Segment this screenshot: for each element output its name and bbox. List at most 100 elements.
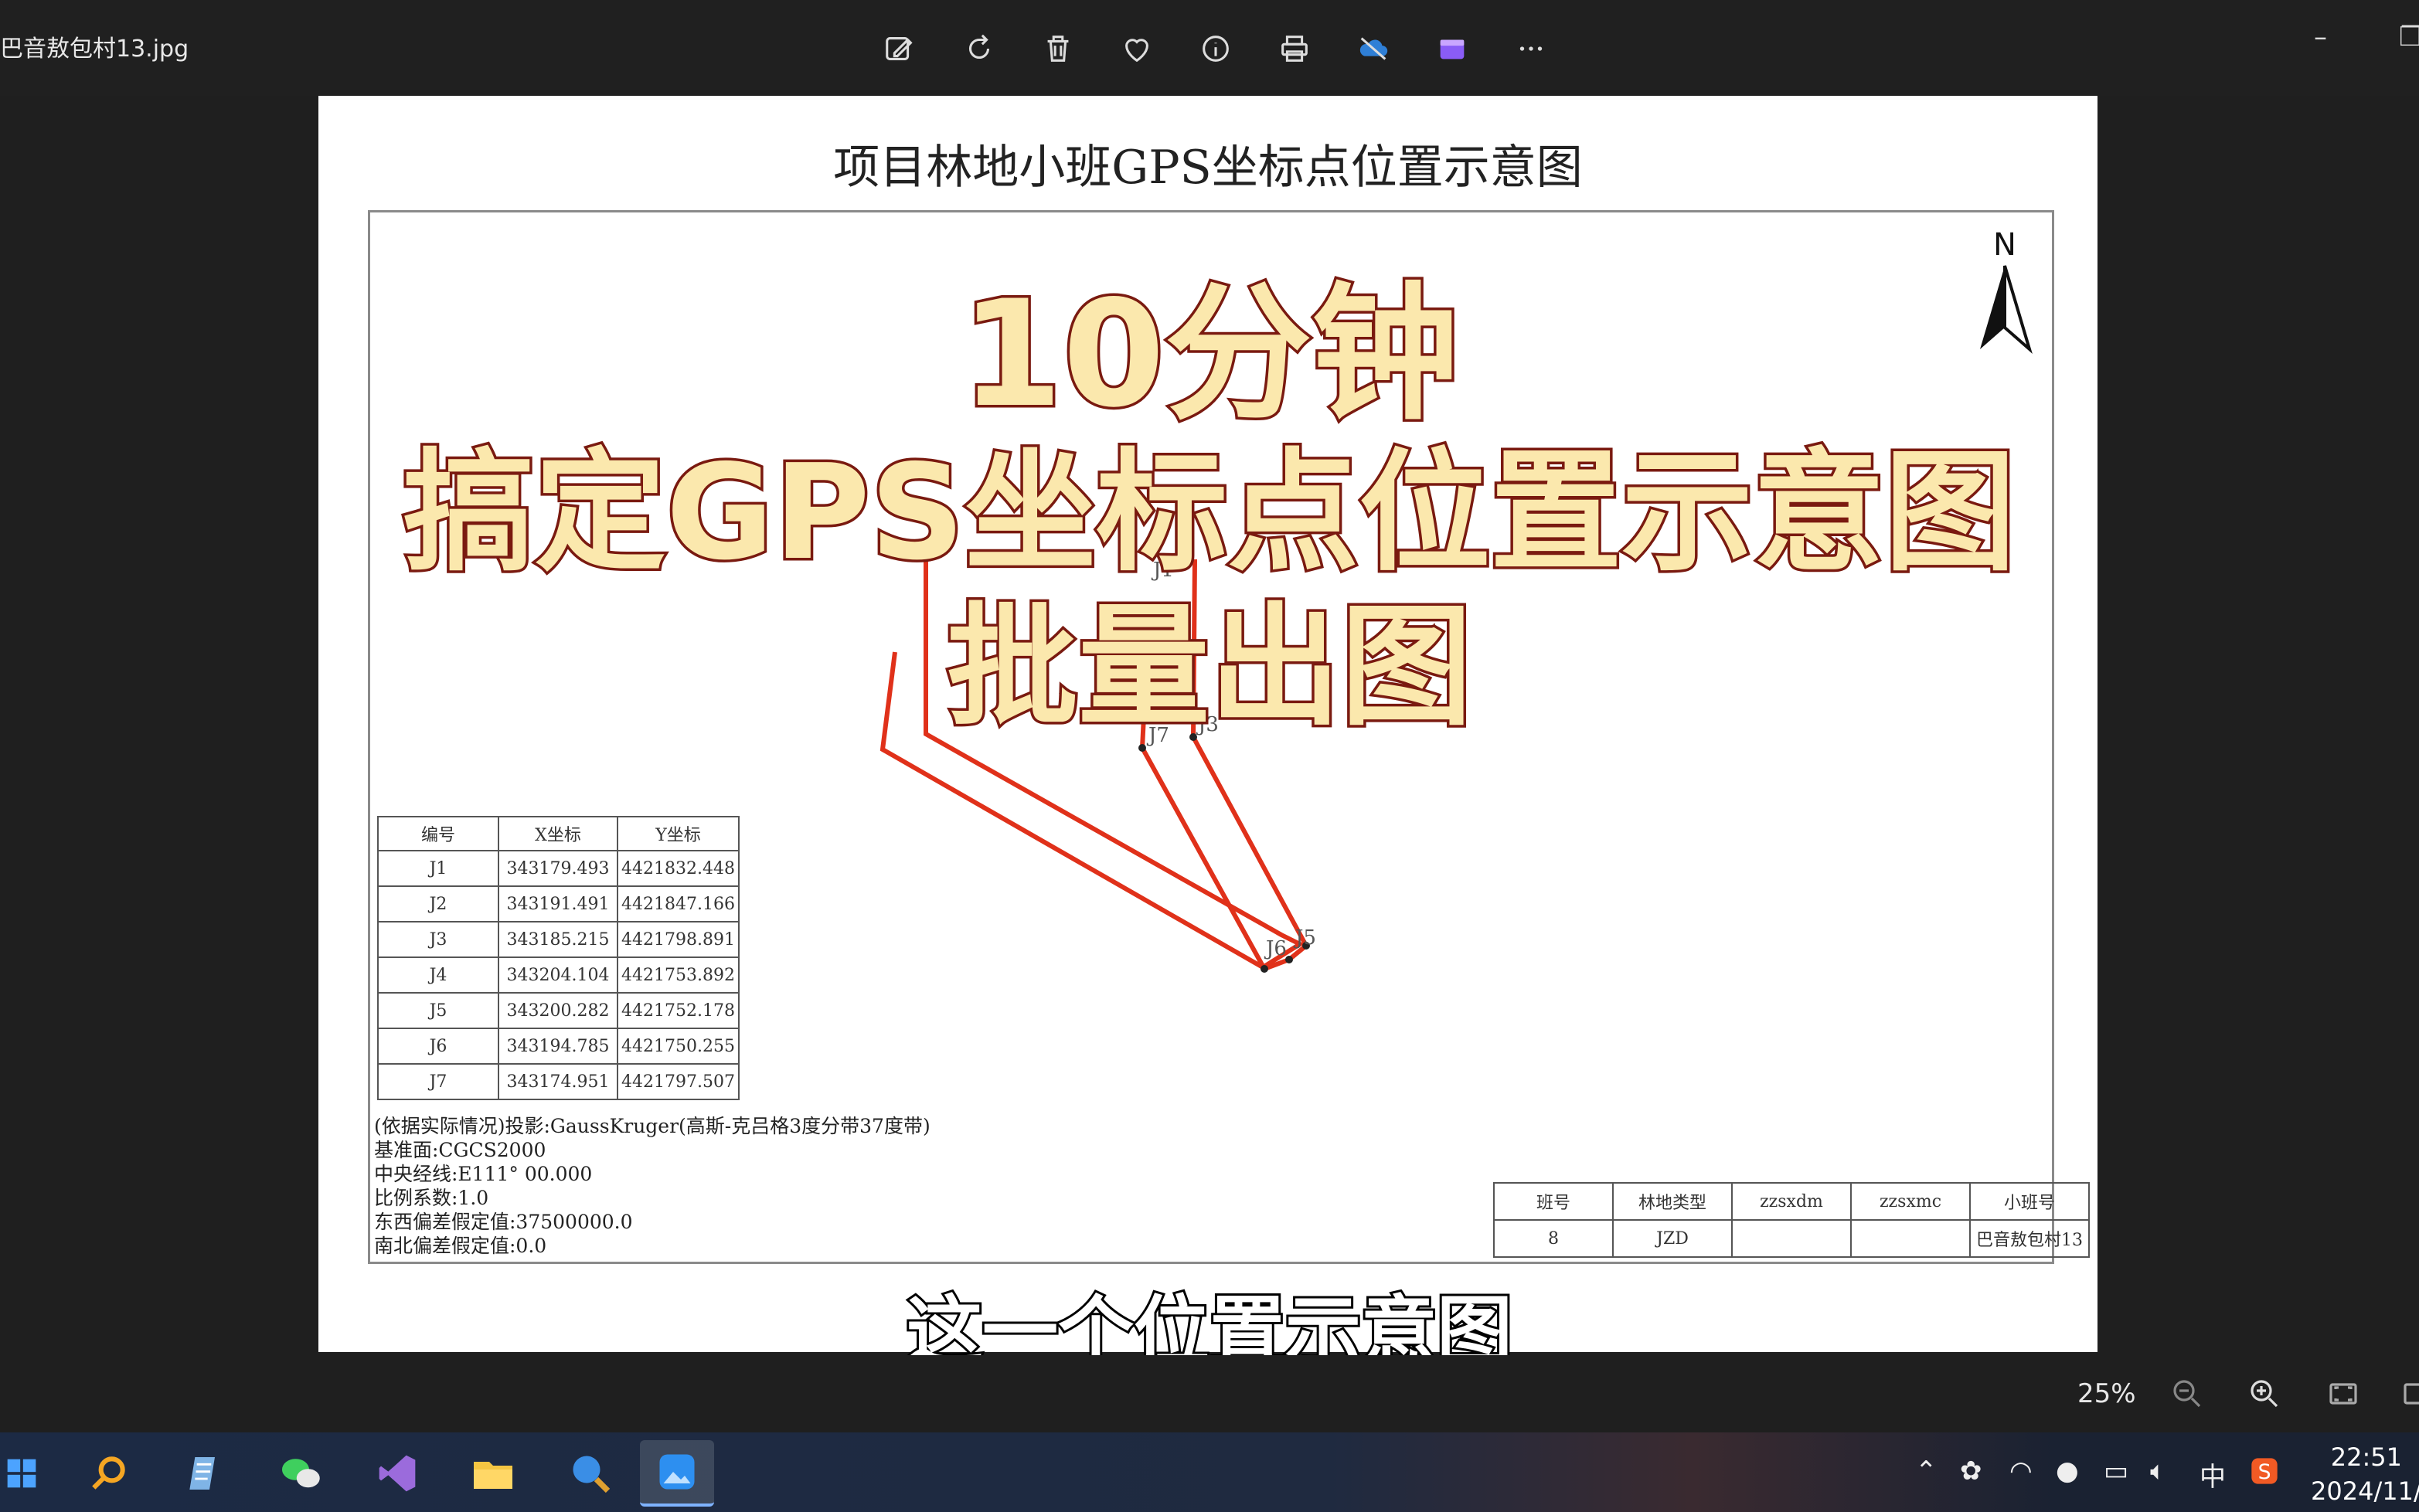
info-header: 林地类型 [1612, 1182, 1733, 1221]
info-header: 班号 [1493, 1182, 1614, 1221]
info-value [1731, 1219, 1852, 1258]
cell-x: 343194.785 [498, 1028, 618, 1065]
fit-to-window-icon[interactable] [2325, 1375, 2362, 1412]
cell-y: 4421832.448 [617, 850, 740, 887]
header-id: 编号 [377, 816, 499, 851]
info-button[interactable] [1186, 25, 1246, 73]
label-j5: J5 [1293, 926, 1316, 950]
rotate-button[interactable] [949, 25, 1009, 73]
zoom-in-icon[interactable] [2246, 1375, 2283, 1412]
clock-time: 22:51 [2330, 1442, 2402, 1472]
note-line: 中央经线:E111° 00.000 [374, 1163, 593, 1185]
viewer-toolbar [870, 25, 1561, 73]
info-value: 巴音敖包村13 [1969, 1219, 2090, 1258]
coordinate-table: 编号 X坐标 Y坐标 J1 343179.493 4421832.448 J2 343… [377, 816, 740, 1100]
volume-icon[interactable]: 🔈︎ [2150, 1456, 2166, 1487]
note-line: 南北偏差假定值:0.0 [374, 1235, 547, 1257]
cell-x: 343174.951 [498, 1063, 618, 1100]
fullscreen-icon[interactable] [2399, 1375, 2419, 1412]
favorite-icon [1125, 39, 1148, 63]
zoom-level: 25% [2077, 1378, 2136, 1409]
cell-id: J2 [377, 885, 499, 922]
favorite-button[interactable] [1107, 25, 1167, 73]
folder-icon [474, 1462, 512, 1489]
clipchamp-button[interactable] [1422, 25, 1482, 73]
table-row: J7 343174.951 4421797.507 [377, 1063, 740, 1100]
cell-x: 343185.215 [498, 921, 618, 958]
photos-icon [659, 1454, 695, 1490]
visual-studio-icon [379, 1455, 416, 1492]
info-value-row: 8 JZD 巴音敖包村13 [1493, 1219, 2090, 1258]
rotate-icon [969, 34, 990, 59]
taskbar-wechat[interactable] [264, 1440, 339, 1507]
table-row: J4 343204.104 4421753.892 [377, 956, 740, 994]
system-clock[interactable]: 22:51 2024/11/ [2311, 1440, 2419, 1508]
minimize-button[interactable]: – [2314, 22, 2327, 53]
tray-app-icon[interactable]: ✿ [1960, 1456, 1982, 1487]
cell-x: 343204.104 [498, 956, 618, 994]
cell-id: J6 [377, 1028, 499, 1065]
note-line: 基准面:CGCS2000 [374, 1139, 546, 1161]
header-x: X坐标 [498, 816, 618, 851]
video-title-overlay: 10分钟 搞定GPS坐标点位置示意图 批量出图 [0, 270, 2419, 747]
zoom-bar: 25% [0, 1355, 2419, 1432]
more-icon [1519, 46, 1543, 51]
taskbar-file-explorer[interactable] [456, 1440, 530, 1507]
zoom-out-icon[interactable] [2169, 1375, 2206, 1412]
taskbar-search[interactable] [71, 1440, 145, 1507]
cell-y: 4421752.178 [617, 992, 740, 1029]
table-row: J2 343191.491 4421847.166 [377, 885, 740, 922]
input-language[interactable]: 中 [2200, 1456, 2226, 1493]
clipchamp-icon [1440, 39, 1465, 59]
delete-icon [1047, 36, 1069, 62]
overlay-line-2: 搞定GPS坐标点位置示意图 [400, 434, 2019, 593]
table-row: J3 343185.215 4421798.891 [377, 921, 740, 958]
more-button[interactable] [1501, 25, 1561, 73]
onedrive-button[interactable] [1343, 25, 1403, 73]
sogou-ime-icon[interactable]: S [2249, 1456, 2280, 1493]
print-icon [1281, 36, 1308, 62]
windows-icon [7, 1459, 36, 1488]
note-line: (依据实际情况)投影:GaussKruger(高斯-克吕格3度分带37度带) [374, 1115, 931, 1137]
taskbar-notes-app[interactable] [167, 1440, 241, 1507]
tray-overflow-icon[interactable]: ⌃ [1915, 1456, 1938, 1487]
cell-y: 4421797.507 [617, 1063, 740, 1100]
notepad-icon [189, 1457, 215, 1490]
svg-text:S: S [2258, 1460, 2271, 1484]
network-icon[interactable]: ◠ [2009, 1456, 2033, 1487]
info-header: zzsxmc [1850, 1182, 1971, 1221]
restore-button[interactable]: ❐ [2399, 22, 2419, 53]
coordinate-table-header: 编号 X坐标 Y坐标 [377, 816, 740, 851]
cell-x: 343191.491 [498, 885, 618, 922]
sogou-icon: S [2251, 1458, 2278, 1484]
info-header-row: 班号 林地类型 zzsxdm zzsxmc 小班号 [1493, 1182, 2090, 1221]
cell-x: 343200.282 [498, 992, 618, 1029]
info-header: zzsxdm [1731, 1182, 1852, 1221]
print-button[interactable] [1264, 25, 1325, 73]
cell-y: 4421750.255 [617, 1028, 740, 1065]
point-j7 [1138, 744, 1146, 752]
cell-y: 4421798.891 [617, 921, 740, 958]
taskbar-visual-studio[interactable] [360, 1440, 434, 1507]
delete-button[interactable] [1028, 25, 1088, 73]
info-header: 小班号 [1969, 1182, 2090, 1221]
header-y: Y坐标 [617, 816, 740, 851]
cell-id: J3 [377, 921, 499, 958]
note-line: 比例系数:1.0 [374, 1187, 489, 1209]
edit-image-icon [886, 37, 913, 60]
taskbar-search-app[interactable] [553, 1440, 628, 1507]
edit-image-button[interactable] [870, 25, 931, 73]
wechat-icon [282, 1459, 320, 1488]
taskbar-photos[interactable] [640, 1440, 714, 1507]
battery-icon[interactable]: ▭ [2104, 1456, 2128, 1487]
file-name: 巴音敖包村13.jpg [0, 36, 189, 63]
image-canvas: 项目林地小班GPS坐标点位置示意图 N J1 J7 J3 J6 J5 编号 X坐… [0, 96, 2419, 1378]
cell-id: J5 [377, 992, 499, 1029]
projection-notes: (依据实际情况)投影:GaussKruger(高斯-克吕格3度分带37度带) 基… [374, 1114, 931, 1258]
cell-id: J4 [377, 956, 499, 994]
table-row: J1 343179.493 4421832.448 [377, 850, 740, 887]
tray-wechat-icon[interactable]: ● [2056, 1456, 2079, 1487]
onedrive-icon [1359, 37, 1388, 60]
start-button[interactable] [0, 1440, 59, 1507]
overlay-line-3: 批量出图 [944, 589, 1475, 747]
